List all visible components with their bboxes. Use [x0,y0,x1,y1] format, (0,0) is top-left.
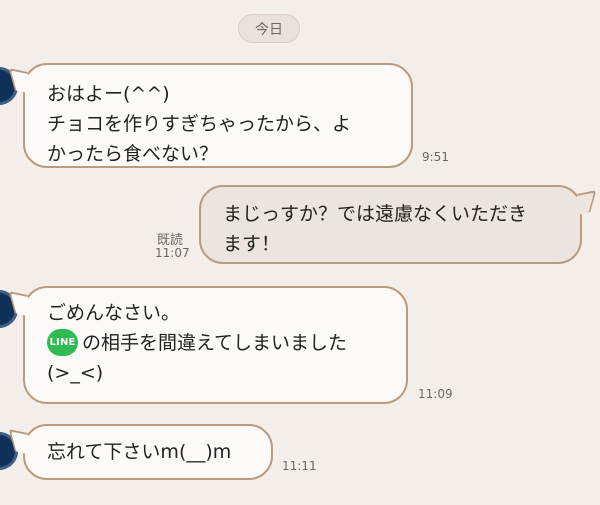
message-line: (>_<) [47,362,104,384]
received-message[interactable]: おはよー(^^) チョコを作りすぎちゃったから、よ かったら食べない？ [23,63,413,168]
message-line: まじっすか？では遠慮なくいただき [223,203,528,225]
message-time: 11:11 [282,459,317,473]
chat-screen: 今日 おはよー(^^) チョコを作りすぎちゃったから、よ かったら食べない？ 9… [0,0,600,505]
line-logo-icon: LINE [47,329,78,356]
received-message[interactable]: ごめんなさい。 LINE の相手を間違えてしまいました (>_<) [23,286,408,404]
received-message[interactable]: 忘れて下さいm(__)m [23,424,273,480]
message-line: ます！ [223,233,281,255]
message-line: 忘れて下さいm(__)m [47,441,232,463]
message-line: かったら食べない？ [47,143,219,165]
message-time: 11:07 [155,246,190,260]
sent-message[interactable]: まじっすか？では遠慮なくいただき ます！ [199,185,582,264]
message-line: チョコを作りすぎちゃったから、よ [47,113,352,135]
message-time: 11:09 [418,387,453,401]
message-line: LINE の相手を間違えてしまいました [47,328,384,358]
message-line: おはよー(^^) [47,83,170,105]
message-time: 9:51 [422,150,449,164]
message-text: の相手を間違えてしまいました [82,332,348,354]
date-separator: 今日 [238,14,300,43]
message-line: ごめんなさい。 [47,302,181,324]
